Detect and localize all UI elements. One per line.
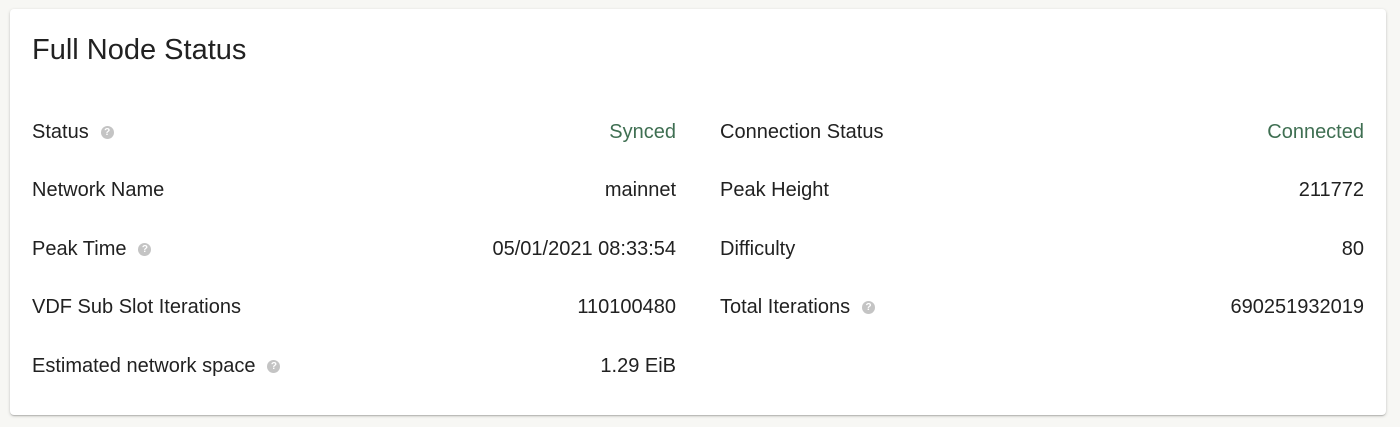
status-value: Synced: [609, 120, 676, 143]
row-vdf-sub-slot-iterations: VDF Sub Slot Iterations 110100480: [32, 279, 676, 338]
peak-height-label: Peak Height: [720, 179, 829, 202]
vdf-sub-slot-iterations-label: VDF Sub Slot Iterations: [32, 296, 241, 319]
difficulty-value: 80: [1341, 237, 1364, 260]
peak-time-value: 05/01/2021 08:33:54: [492, 237, 676, 260]
total-iterations-help-icon[interactable]: ?: [862, 301, 876, 315]
row-peak-time: Peak Time ? 05/01/2021 08:33:54: [32, 220, 676, 279]
full-node-status-card: Full Node Status Status ? Synced Connect…: [10, 9, 1386, 415]
status-help-icon[interactable]: ?: [100, 125, 114, 139]
total-iterations-label: Total Iterations: [720, 296, 851, 319]
peak-height-value: 211772: [1298, 179, 1364, 202]
difficulty-label: Difficulty: [720, 237, 796, 260]
row-connection-status: Connection Status Connected: [720, 103, 1364, 162]
row-status: Status ? Synced: [32, 103, 676, 162]
total-iterations-value: 690251932019: [1230, 296, 1364, 319]
row-difficulty: Difficulty 80: [720, 220, 1364, 279]
estimated-network-space-help-icon[interactable]: ?: [267, 359, 281, 373]
row-total-iterations: Total Iterations ? 690251932019: [720, 279, 1364, 338]
estimated-network-space-value: 1.29 EiB: [600, 354, 676, 377]
peak-time-help-icon[interactable]: ?: [138, 242, 152, 256]
row-estimated-network-space: Estimated network space ? 1.29 EiB: [32, 337, 676, 396]
connection-status-label: Connection Status: [720, 120, 884, 143]
status-label: Status: [32, 120, 89, 143]
connection-status-value: Connected: [1267, 120, 1364, 143]
estimated-network-space-label: Estimated network space: [32, 354, 256, 377]
status-grid: Status ? Synced Connection Status Connec…: [32, 103, 1364, 396]
row-network-name: Network Name mainnet: [32, 162, 676, 221]
row-peak-height: Peak Height 211772: [720, 162, 1364, 221]
peak-time-label: Peak Time: [32, 237, 127, 260]
network-name-value: mainnet: [604, 179, 676, 202]
card-title: Full Node Status: [32, 34, 247, 66]
network-name-label: Network Name: [32, 179, 165, 202]
vdf-sub-slot-iterations-value: 110100480: [577, 296, 676, 319]
